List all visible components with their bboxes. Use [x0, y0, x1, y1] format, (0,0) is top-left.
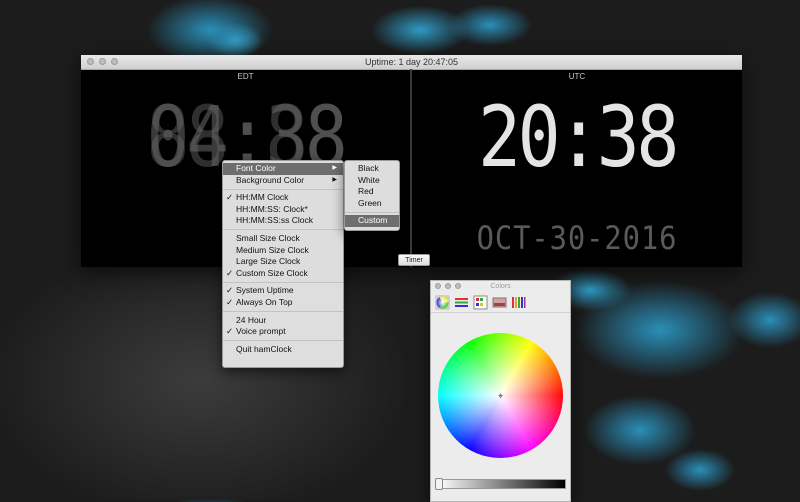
checkmark-icon: ✓: [226, 326, 234, 337]
submenu-item-green[interactable]: Green: [345, 198, 399, 210]
menu-item-background-color[interactable]: Background Color ▶: [223, 175, 343, 187]
menu-item-medium-size[interactable]: Medium Size Clock: [223, 245, 343, 257]
crayons-icon[interactable]: [511, 295, 526, 310]
checkmark-icon: ✓: [226, 267, 234, 278]
palettes-icon[interactable]: [473, 295, 488, 310]
brightness-slider-knob[interactable]: [435, 478, 443, 490]
menu-item-quit[interactable]: Quit hamClock: [223, 344, 343, 356]
colors-title: Colors: [490, 283, 511, 290]
menu-separator: [223, 229, 343, 231]
utc-time: 20:38: [478, 88, 679, 186]
menu-item-custom-size[interactable]: ✓ Custom Size Clock: [223, 268, 343, 280]
clock-window[interactable]: Uptime: 1 day 20:47:05 EDT 88:88 04:38 U…: [81, 55, 742, 267]
utc-label: UTC: [568, 72, 586, 81]
menu-separator: [345, 211, 399, 213]
colors-tabs: [431, 292, 570, 313]
window-controls: [435, 283, 461, 289]
menu-item-hhmmssss-clock[interactable]: HH:MM:SS:ss Clock: [223, 215, 343, 227]
menu-item-large-size[interactable]: Large Size Clock: [223, 256, 343, 268]
utc-pane: UTC 20:38 OCT-30-2016: [412, 69, 742, 267]
minimize-button[interactable]: [445, 283, 451, 289]
menu-item-font-color[interactable]: Font Color ▶: [223, 163, 343, 175]
submenu-arrow-icon: ▶: [332, 165, 337, 171]
submenu-item-red[interactable]: Red: [345, 186, 399, 198]
window-controls: [87, 58, 118, 65]
image-palettes-icon[interactable]: [492, 295, 507, 310]
window-title: Uptime: 1 day 20:47:05: [364, 57, 459, 67]
submenu-item-black[interactable]: Black: [345, 163, 399, 175]
context-menu: Font Color ▶ Background Color ▶ ✓ HH:MM …: [222, 160, 344, 368]
menu-separator: [223, 340, 343, 342]
edt-label: EDT: [237, 72, 254, 81]
colors-title-bar[interactable]: Colors: [431, 281, 570, 292]
zoom-button[interactable]: [455, 283, 461, 289]
submenu-arrow-icon: ▶: [332, 176, 337, 183]
color-wheel-icon[interactable]: [435, 294, 450, 310]
menu-separator: [223, 311, 343, 313]
title-bar[interactable]: Uptime: 1 day 20:47:05: [81, 55, 742, 70]
colors-panel[interactable]: Colors ⌖: [430, 280, 571, 502]
checkmark-icon: ✓: [226, 296, 234, 307]
zoom-button[interactable]: [111, 58, 118, 65]
checkmark-icon: ✓: [226, 285, 234, 296]
close-button[interactable]: [435, 283, 441, 289]
minimize-button[interactable]: [99, 58, 106, 65]
timer-button[interactable]: Timer: [398, 254, 430, 266]
submenu-item-custom[interactable]: Custom: [345, 215, 399, 227]
menu-item-voice-prompt[interactable]: ✓ Voice prompt: [223, 326, 343, 338]
close-button[interactable]: [87, 58, 94, 65]
menu-separator: [223, 188, 343, 190]
submenu-item-white[interactable]: White: [345, 175, 399, 187]
sliders-icon[interactable]: [454, 295, 469, 310]
menu-item-system-uptime[interactable]: ✓ System Uptime: [223, 285, 343, 297]
menu-item-always-on-top[interactable]: ✓ Always On Top: [223, 297, 343, 309]
checkmark-icon: ✓: [226, 192, 234, 203]
crosshair-icon[interactable]: ⌖: [496, 392, 505, 401]
brightness-slider[interactable]: [437, 479, 566, 489]
menu-item-24-hour[interactable]: 24 Hour: [223, 315, 343, 327]
date-display: OCT-30-2016: [476, 219, 678, 257]
menu-item-small-size[interactable]: Small Size Clock: [223, 233, 343, 245]
font-color-submenu: Black White Red Green Custom: [344, 160, 400, 231]
menu-item-hhmmss-clock[interactable]: HH:MM:SS: Clock*: [223, 204, 343, 216]
menu-item-hhmm-clock[interactable]: ✓ HH:MM Clock: [223, 192, 343, 204]
menu-separator: [223, 281, 343, 283]
